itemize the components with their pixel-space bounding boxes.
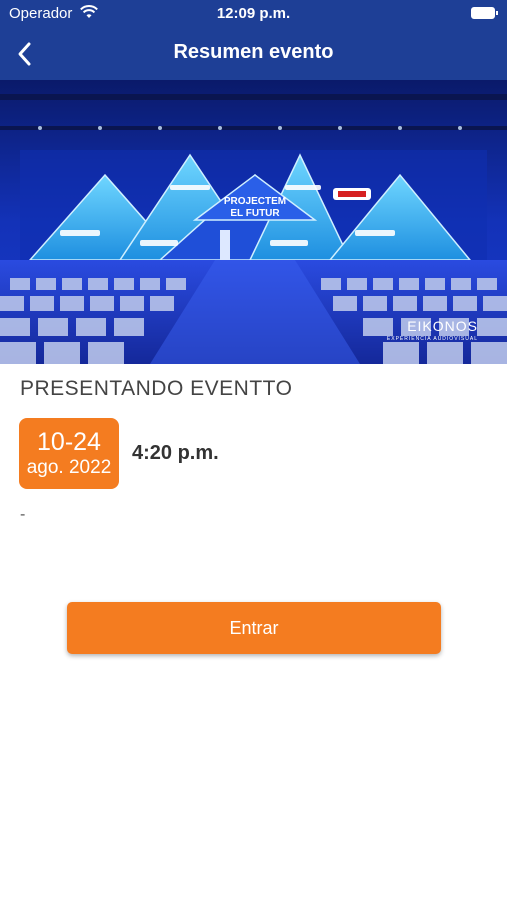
- brand-tagline: EXPERIENCIA AUDIOVISUAL: [387, 336, 478, 342]
- date-days: 10-24: [37, 428, 101, 456]
- status-clock: 12:09 p.m.: [216, 5, 291, 22]
- event-time: 4:20 p.m.: [132, 442, 219, 464]
- date-month: ago. 2022: [26, 457, 112, 478]
- date-badge: 10-24 ago. 2022: [19, 418, 119, 489]
- page-title: Resumen evento: [173, 41, 334, 63]
- nav-bar: Resumen evento: [0, 28, 507, 80]
- enter-button[interactable]: Entrar: [67, 602, 441, 654]
- chevron-left-icon: [18, 42, 31, 66]
- battery-icon: [471, 7, 498, 19]
- app-header: Operador 12:09 p.m. Resumen evento: [0, 0, 507, 80]
- event-description: -: [20, 506, 26, 523]
- stage-illustration: PROJECTEM EL FUTUR EIKONOS EXPERIENCIA A…: [0, 80, 507, 364]
- stage-title-line2: EL FUTUR: [230, 208, 280, 219]
- back-button[interactable]: [8, 36, 44, 72]
- status-bar: Operador 12:09 p.m.: [0, 0, 507, 28]
- event-cover-image: PROJECTEM EL FUTUR EIKONOS EXPERIENCIA A…: [0, 80, 507, 364]
- brand-logo: EIKONOS: [407, 318, 478, 334]
- stage-title-line1: PROJECTEM: [224, 196, 286, 207]
- event-name: PRESENTANDO EVENTTO: [20, 377, 293, 400]
